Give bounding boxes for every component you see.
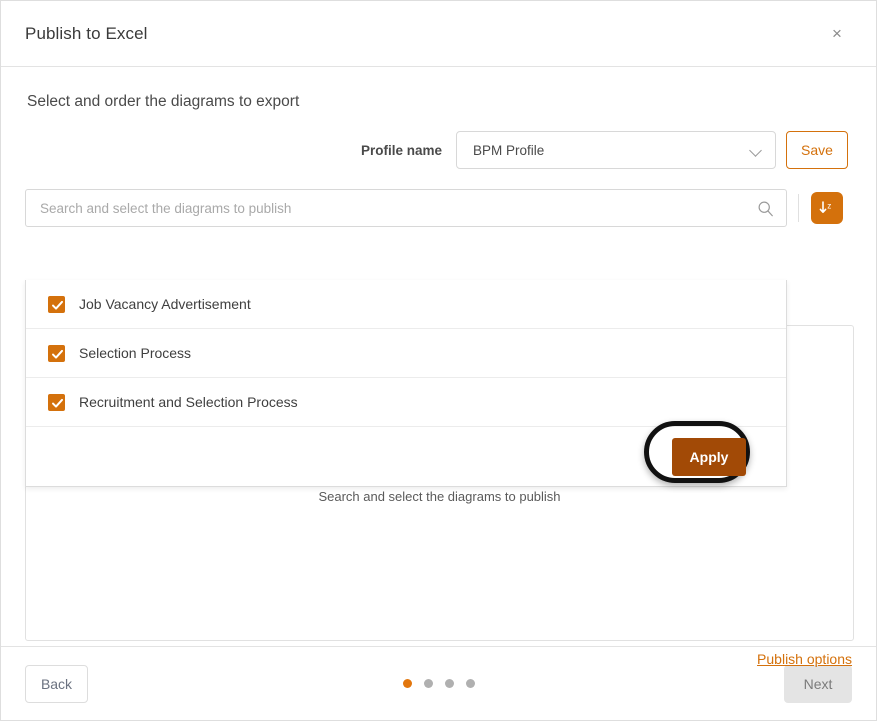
dialog-body: Select and order the diagrams to export … — [1, 67, 876, 667]
list-item[interactable]: Job Vacancy Advertisement — [26, 280, 786, 329]
search-icon[interactable] — [757, 200, 774, 217]
dropdown-footer: Apply — [26, 420, 786, 486]
profile-name-select[interactable]: BPM Profile — [456, 131, 776, 169]
profile-name-value: BPM Profile — [473, 142, 545, 158]
step-dot-1[interactable] — [402, 679, 412, 688]
dialog-header: Publish to Excel × — [1, 1, 876, 67]
profile-name-label: Profile name — [360, 142, 442, 158]
checkbox-checked-icon[interactable] — [48, 295, 65, 313]
next-button[interactable]: Next — [784, 664, 852, 703]
publish-to-excel-dialog: Publish to Excel × Select and order the … — [0, 0, 877, 721]
sort-order-button[interactable]: z — [811, 192, 843, 224]
step-dot-4[interactable] — [465, 679, 475, 688]
step-dot-2[interactable] — [423, 679, 433, 688]
step-dot-3[interactable] — [444, 679, 454, 688]
diagram-search-dropdown: Job Vacancy Advertisement Selection Proc… — [25, 280, 787, 487]
section-title: Select and order the diagrams to export — [27, 93, 300, 110]
search-row: Search and select the diagrams to publis… — [25, 189, 852, 227]
profile-row: Profile name BPM Profile Save — [25, 131, 852, 169]
toolbar-divider — [798, 194, 799, 222]
apply-button[interactable]: Apply — [672, 437, 746, 476]
search-placeholder: Search and select the diagrams to publis… — [40, 200, 292, 216]
empty-state-subtitle: Search and select the diagrams to publis… — [318, 488, 561, 504]
list-item[interactable]: Recruitment and Selection Process — [26, 378, 786, 427]
list-item[interactable]: Selection Process — [26, 329, 786, 378]
checkbox-checked-icon[interactable] — [48, 393, 65, 411]
list-item-label: Selection Process — [79, 345, 192, 361]
checkbox-checked-icon[interactable] — [48, 344, 65, 362]
save-button[interactable]: Save — [786, 131, 848, 169]
publish-options-link[interactable]: Publish options — [757, 651, 852, 667]
dialog-title: Publish to Excel — [25, 23, 148, 43]
close-icon[interactable]: × — [824, 21, 850, 47]
back-button[interactable]: Back — [25, 664, 88, 703]
svg-text:z: z — [827, 202, 831, 211]
list-item-label: Job Vacancy Advertisement — [79, 296, 251, 312]
chevron-down-icon — [750, 144, 763, 157]
list-item-label: Recruitment and Selection Process — [79, 394, 298, 410]
dialog-footer: Back Next — [1, 646, 876, 720]
apply-button-wrapper: Apply — [644, 420, 768, 483]
publish-options-row: Publish options — [757, 651, 852, 669]
step-indicator — [1, 679, 876, 688]
search-input[interactable]: Search and select the diagrams to publis… — [25, 189, 787, 227]
